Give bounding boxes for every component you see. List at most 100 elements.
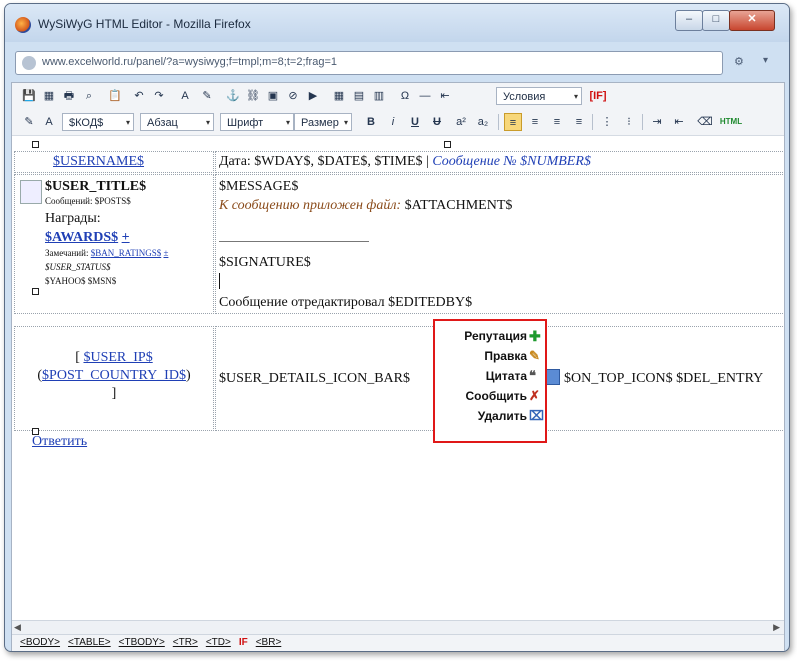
eraser-icon[interactable]: ⌫ bbox=[696, 113, 714, 131]
underline-button[interactable]: U bbox=[406, 113, 424, 131]
awards-line: $AWARDS$ + bbox=[45, 230, 130, 246]
move-down-icon[interactable] bbox=[546, 369, 560, 385]
popup-item-reputation[interactable]: Репутация bbox=[464, 327, 527, 345]
attachment-label: К сообщению приложен файл: bbox=[219, 198, 402, 213]
maximize-button[interactable]: □ bbox=[702, 10, 730, 31]
username-link[interactable]: $USERNAME$ bbox=[53, 154, 144, 170]
crumb-body[interactable]: <BODY> bbox=[20, 637, 60, 648]
paste-icon[interactable]: 📋 bbox=[106, 87, 124, 105]
code-select[interactable]: $КОД$ ▾ bbox=[62, 113, 134, 131]
flash-icon[interactable]: ⊘ bbox=[284, 87, 302, 105]
url-bar[interactable]: www.excelworld.ru/panel/?a=wysiwyg;f=tmp… bbox=[15, 51, 723, 75]
template-icon[interactable]: ▥ bbox=[370, 87, 388, 105]
table-props-icon[interactable]: ▤ bbox=[350, 87, 368, 105]
firefox-icon bbox=[15, 17, 31, 33]
popup-label-report: Сообщить bbox=[465, 389, 528, 403]
align-center-icon[interactable]: ≡ bbox=[526, 113, 544, 131]
font-select[interactable]: Шрифт ▾ bbox=[220, 113, 294, 131]
user-ip-link[interactable]: $USER_IP$ bbox=[83, 350, 152, 365]
subscript-button[interactable]: a₂ bbox=[474, 113, 492, 131]
strike-button[interactable]: U bbox=[428, 113, 446, 131]
navigation-bar: www.excelworld.ru/panel/?a=wysiwyg;f=tmp… bbox=[11, 49, 783, 79]
preview-icon[interactable]: ▦ bbox=[40, 87, 58, 105]
ip-block: [ $USER_IP$ ($POST_COUNTRY_ID$) ] bbox=[15, 349, 213, 403]
crumb-if[interactable]: IF bbox=[239, 637, 248, 648]
italic-button[interactable]: i bbox=[384, 113, 402, 131]
highlight-icon[interactable]: ✎ bbox=[198, 87, 216, 105]
crumb-td[interactable]: <TD> bbox=[206, 637, 231, 648]
bold-button[interactable]: B bbox=[362, 113, 380, 131]
popup-item-report[interactable]: Сообщить bbox=[466, 387, 528, 405]
edited-by-text: Сообщение отредактировал $EDITEDBY$ bbox=[219, 295, 473, 310]
chevron-down-icon[interactable]: ▾ bbox=[763, 55, 768, 66]
awards-plus-link[interactable]: + bbox=[122, 230, 130, 245]
attachment-line: К сообщению приложен файл: $ATTACHMENT$ bbox=[219, 198, 512, 214]
align-left-icon[interactable]: ≡ bbox=[504, 113, 522, 131]
print-icon[interactable]: 🖶 bbox=[60, 87, 78, 105]
ban-ratings-link[interactable]: $BAN_RATINGS$ bbox=[91, 248, 162, 258]
symbol-icon[interactable]: Ω bbox=[396, 87, 414, 105]
editor-area[interactable]: $USERNAME$ Дата: $WDAY$, $DATE$, $TIME$ … bbox=[12, 136, 784, 620]
html-button[interactable]: HTML bbox=[718, 113, 744, 131]
browser-window: WySiWyG HTML Editor - Mozilla Firefox – … bbox=[4, 3, 790, 652]
wrench-icon[interactable]: ⚙ bbox=[734, 55, 744, 68]
table-icon[interactable]: ▦ bbox=[330, 87, 348, 105]
popup-item-delete[interactable]: Удалить bbox=[478, 407, 527, 425]
crumb-table[interactable]: <TABLE> bbox=[68, 637, 111, 648]
user-title: $USER_TITLE$ bbox=[45, 179, 147, 194]
condition-select[interactable]: Условия ▾ bbox=[496, 87, 582, 105]
country-link[interactable]: $POST_COUNTRY_ID$ bbox=[42, 368, 186, 383]
anchor-icon[interactable]: ⚓ bbox=[224, 87, 242, 105]
scroll-right-icon[interactable]: ▶ bbox=[773, 622, 780, 633]
unordered-list-icon[interactable]: ⁝ bbox=[620, 113, 638, 131]
element-path-bar: <BODY> <TABLE> <TBODY> <TR> <TD> IF <BR> bbox=[12, 634, 784, 651]
minimize-button[interactable]: – bbox=[675, 10, 703, 31]
date-cell: Дата: $WDAY$, $DATE$, $TIME$ | Сообщение… bbox=[215, 151, 784, 173]
align-right-icon[interactable]: ≡ bbox=[548, 113, 566, 131]
find-icon[interactable]: ⌕ bbox=[80, 87, 98, 105]
awards-link[interactable]: $AWARDS$ bbox=[45, 230, 118, 245]
crumb-br[interactable]: <BR> bbox=[256, 637, 282, 648]
toolbar-row-2: ✎ A $КОД$ ▾ Абзац ▾ Шрифт ▾ Размер ▾ B i U U… bbox=[12, 109, 784, 136]
undo-icon[interactable]: ↶ bbox=[130, 87, 148, 105]
nbsp-icon[interactable]: ⇤ bbox=[436, 87, 454, 105]
link-icon[interactable]: ⛓ bbox=[244, 87, 262, 105]
scroll-left-icon[interactable]: ◀ bbox=[14, 622, 21, 633]
reply-link[interactable]: Ответить bbox=[32, 434, 87, 450]
media-icon[interactable]: ▶ bbox=[304, 87, 322, 105]
posts-count: Сообщений: $POSTS$ bbox=[45, 196, 131, 206]
paragraph-select[interactable]: Абзац ▾ bbox=[140, 113, 214, 131]
report-icon: ✗ bbox=[529, 388, 540, 403]
text-cursor bbox=[219, 273, 220, 289]
crumb-tr[interactable]: <TR> bbox=[173, 637, 198, 648]
font-style-icon[interactable]: A bbox=[40, 113, 58, 131]
edit-source-icon[interactable]: ✎ bbox=[20, 113, 38, 131]
globe-icon bbox=[22, 56, 36, 70]
horizontal-scrollbar[interactable]: ◀ ▶ bbox=[12, 620, 784, 635]
superscript-button[interactable]: a² bbox=[452, 113, 470, 131]
hr-icon[interactable]: — bbox=[416, 87, 434, 105]
popup-item-edit[interactable]: Правка bbox=[484, 347, 527, 365]
ban-plus-link[interactable]: ± bbox=[163, 248, 168, 258]
awards-label: Награды: bbox=[45, 211, 101, 226]
text-color-icon[interactable]: A bbox=[176, 87, 194, 105]
ordered-list-icon[interactable]: ⋮ bbox=[598, 113, 616, 131]
page-content: 💾 ▦ 🖶 ⌕ 📋 ↶ ↷ A ✎ ⚓ ⛓ ▣ ⊘ ▶ ▦ ▤ ▥ Ω — ⇤ Условия ▾ [IF] ✎ A $КО… bbox=[11, 82, 785, 651]
if-button[interactable]: [IF] bbox=[586, 87, 610, 105]
attachment-value: $ATTACHMENT$ bbox=[404, 198, 513, 213]
font-select-label: Шрифт bbox=[227, 117, 264, 129]
popup-item-quote[interactable]: Цитата bbox=[486, 367, 527, 385]
justify-icon[interactable]: ≡ bbox=[570, 113, 588, 131]
image-icon[interactable]: ▣ bbox=[264, 87, 282, 105]
size-select[interactable]: Размер ▾ bbox=[294, 113, 352, 131]
message-number: Сообщение № $NUMBER$ bbox=[432, 154, 591, 169]
close-button[interactable]: ✕ bbox=[729, 10, 775, 31]
save-icon[interactable]: 💾 bbox=[20, 87, 38, 105]
crumb-tbody[interactable]: <TBODY> bbox=[119, 637, 165, 648]
indent-icon[interactable]: ⇥ bbox=[648, 113, 666, 131]
redo-icon[interactable]: ↷ bbox=[150, 87, 168, 105]
outdent-icon[interactable]: ⇤ bbox=[670, 113, 688, 131]
country-close: ) bbox=[185, 368, 191, 383]
title-bar: WySiWyG HTML Editor - Mozilla Firefox – … bbox=[5, 4, 789, 42]
url-text[interactable]: www.excelworld.ru/panel/?a=wysiwyg;f=tmp… bbox=[42, 56, 337, 68]
